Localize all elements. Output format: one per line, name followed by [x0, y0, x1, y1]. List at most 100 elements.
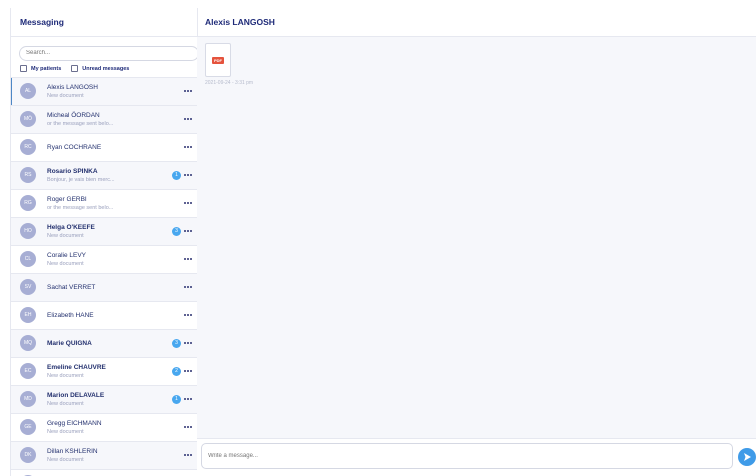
more-icon[interactable]: [184, 202, 192, 204]
contact-name: Sachat VERRET: [47, 283, 96, 291]
search-wrap: [11, 37, 197, 61]
message-preview: New document: [47, 260, 84, 267]
conversation-item[interactable]: VWVirginia WOLF: [11, 469, 197, 476]
avatar: MD: [20, 391, 36, 407]
conversation-item[interactable]: RC Ryan COCHRANE: [11, 133, 197, 162]
more-icon[interactable]: [184, 426, 192, 428]
conversation-meta: Dillan KSHLERIN New document: [47, 447, 165, 464]
avatar: MQ: [20, 335, 36, 351]
contact-name: Micheal ÖORDAN: [47, 111, 100, 119]
conversation-item[interactable]: DK Dillan KSHLERIN New document: [11, 441, 197, 470]
message-preview: or the message sent belo...: [47, 120, 114, 127]
message-composer: [197, 438, 756, 476]
more-icon[interactable]: [184, 174, 192, 176]
conversation-item[interactable]: CL Coralie LEVY New document: [11, 245, 197, 274]
conversation-sidebar: Messaging My patients Unread messages AL…: [10, 8, 198, 476]
more-icon[interactable]: [184, 398, 192, 400]
more-icon[interactable]: [184, 314, 192, 316]
conversation-item[interactable]: EC Emeline CHAUVRE New document 2: [11, 357, 197, 386]
send-icon: [744, 453, 751, 461]
unread-badge: 1: [172, 170, 181, 180]
more-icon[interactable]: [184, 258, 192, 260]
contact-name: Marie QUIGNA: [47, 339, 92, 347]
filters: My patients Unread messages: [11, 61, 197, 77]
unread-badge: 3: [172, 226, 181, 236]
conversation-item[interactable]: MÖ Micheal ÖORDAN or the message sent belo…: [11, 105, 197, 134]
unread-badge: 2: [172, 366, 181, 376]
contact-name: Ryan COCHRANE: [47, 143, 102, 151]
more-icon[interactable]: [184, 146, 192, 148]
message-preview: New document: [47, 428, 84, 435]
contact-name: Alexis LANGOSH: [47, 83, 98, 91]
conversation-meta: Ryan COCHRANE: [47, 143, 165, 152]
conversation-meta: Helga O'KEEFE New document: [47, 223, 165, 240]
conversation-meta: Emeline CHAUVRE New document: [47, 363, 165, 380]
sidebar-title: Messaging: [11, 8, 197, 37]
conversation-meta: Elizabeth HANE: [47, 311, 165, 320]
send-button[interactable]: [738, 448, 756, 466]
search-input[interactable]: [19, 45, 197, 61]
contact-name: Helga O'KEEFE: [47, 223, 95, 231]
conversation-item[interactable]: MD Marion DELAVALE New document 1: [11, 385, 197, 414]
my-patients-label: My patients: [31, 65, 62, 72]
pdf-attachment[interactable]: PDF: [205, 43, 231, 77]
conversation-meta: Marie QUIGNA: [47, 339, 165, 348]
conversation-item[interactable]: MQ Marie QUIGNA 3: [11, 329, 197, 358]
conversation-item[interactable]: GE Gregg EICHMANN New document: [11, 413, 197, 442]
chat-panel: Alexis LANGOSH PDF 2021-09-24 - 3:31 pm: [197, 8, 756, 476]
conversation-meta: Gregg EICHMANN New document: [47, 419, 165, 436]
conversation-list: AL Alexis LANGOSH New document MÖ Micheal ÖO…: [11, 76, 197, 476]
message-preview: or the message sent belo...: [47, 204, 114, 211]
conversation-meta: Micheal ÖORDAN or the message sent belo..…: [47, 111, 165, 128]
avatar: CL: [20, 251, 36, 267]
more-icon[interactable]: [184, 90, 192, 92]
conversation-item[interactable]: RG Roger GERBI or the message sent belo...: [11, 189, 197, 218]
contact-name: Dillan KSHLERIN: [47, 447, 98, 455]
avatar: SV: [20, 279, 36, 295]
conversation-item[interactable]: AL Alexis LANGOSH New document: [11, 77, 197, 106]
more-icon[interactable]: [184, 118, 192, 120]
message-preview: Bonjour, je vais bien merc...: [47, 176, 115, 183]
unread-label: Unread messages: [82, 65, 130, 72]
conversation-item[interactable]: RS Rosario SPINKA Bonjour, je vais bien me…: [11, 161, 197, 190]
chat-title: Alexis LANGOSH: [197, 8, 756, 37]
avatar: EC: [20, 363, 36, 379]
pdf-icon: PDF: [212, 56, 224, 64]
conversation-meta: Marion DELAVALE New document: [47, 391, 165, 408]
my-patients-checkbox[interactable]: [20, 65, 27, 72]
conversation-item[interactable]: SV Sachat VERRET: [11, 273, 197, 302]
message-timestamp: 2021-09-24 - 3:31 pm: [205, 80, 254, 86]
conversation-item[interactable]: EH Elizabeth HANE: [11, 301, 197, 330]
message-preview: New document: [47, 372, 84, 379]
conversation-meta: Alexis LANGOSH New document: [47, 83, 165, 100]
conversation-meta: Sachat VERRET: [47, 283, 165, 292]
avatar: RG: [20, 195, 36, 211]
more-icon[interactable]: [184, 286, 192, 288]
message-preview: New document: [47, 400, 84, 407]
filter-my-patients[interactable]: My patients: [20, 65, 61, 72]
conversation-meta: Rosario SPINKA Bonjour, je vais bien merc…: [47, 167, 165, 184]
unread-checkbox[interactable]: [71, 65, 79, 72]
message-input[interactable]: [201, 443, 733, 469]
avatar: MÖ: [20, 111, 36, 127]
chat-body: PDF 2021-09-24 - 3:31 pm: [197, 37, 756, 439]
contact-name: Marion DELAVALE: [47, 391, 105, 399]
filter-unread[interactable]: Unread messages: [71, 65, 129, 72]
conversation-meta: Roger GERBI or the message sent belo...: [47, 195, 165, 212]
contact-name: Coralie LEVY: [47, 251, 87, 259]
avatar: RC: [20, 139, 36, 155]
more-icon[interactable]: [184, 370, 192, 372]
contact-name: Gregg EICHMANN: [47, 419, 102, 427]
unread-badge: 3: [172, 338, 181, 348]
contact-name: Roger GERBI: [47, 195, 87, 203]
message-preview: New document: [47, 456, 84, 463]
more-icon[interactable]: [184, 230, 192, 232]
avatar: GE: [20, 419, 36, 435]
contact-name: Rosario SPINKA: [47, 167, 98, 175]
more-icon[interactable]: [184, 342, 192, 344]
conversation-item[interactable]: HO Helga O'KEEFE New document 3: [11, 217, 197, 246]
contact-name: Emeline CHAUVRE: [47, 363, 106, 371]
avatar: RS: [20, 167, 36, 183]
avatar: DK: [20, 447, 36, 463]
more-icon[interactable]: [184, 454, 192, 456]
